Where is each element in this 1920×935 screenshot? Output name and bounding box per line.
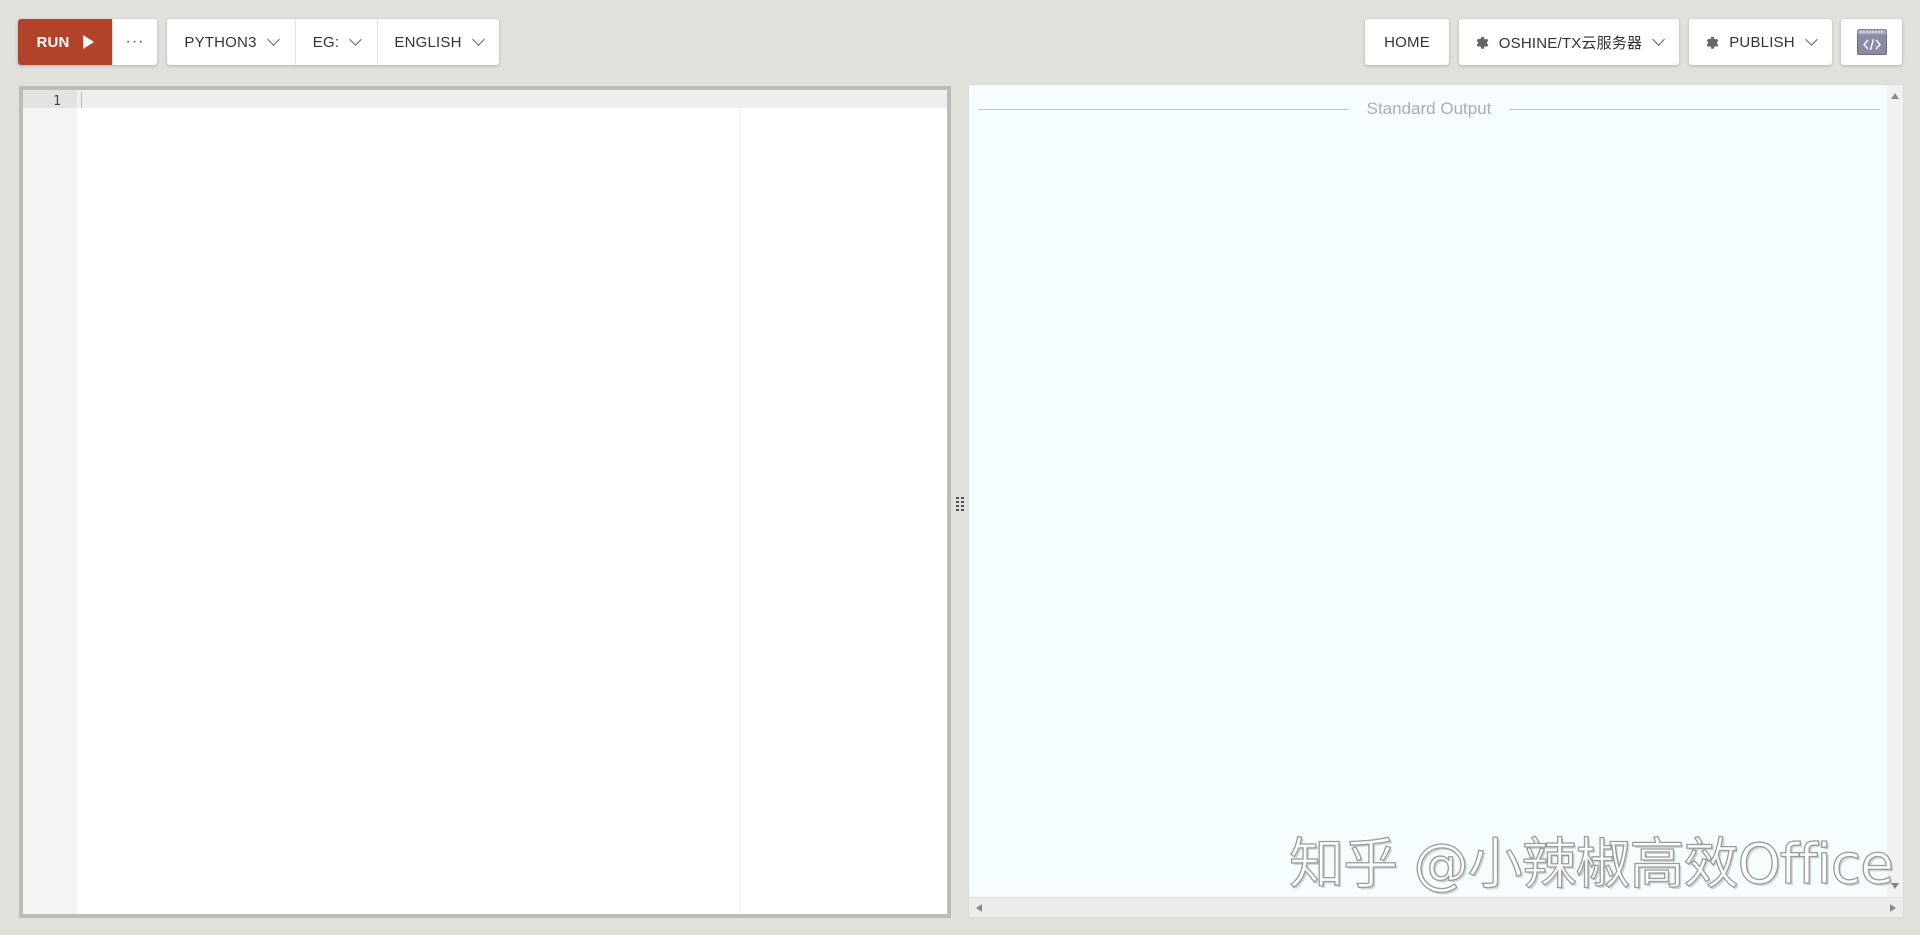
home-button[interactable]: HOME xyxy=(1365,19,1449,65)
run-button[interactable]: RUN xyxy=(18,19,112,65)
language-label: PYTHON3 xyxy=(184,33,257,51)
locale-select[interactable]: ENGLISH xyxy=(377,19,499,65)
output-title: Standard Output xyxy=(1366,99,1492,118)
toolbar: RUN ··· PYTHON3 EG: ENGLISH HOME OSHINE/… xyxy=(0,0,1920,84)
server-label: OSHINE/TX云服务器 xyxy=(1498,34,1643,52)
server-select[interactable]: OSHINE/TX云服务器 xyxy=(1459,19,1679,65)
home-group: HOME xyxy=(1365,19,1449,65)
print-margin xyxy=(740,90,741,914)
line-number: 1 xyxy=(53,94,61,109)
language-group: PYTHON3 EG: ENGLISH xyxy=(167,19,499,65)
scroll-up-icon[interactable] xyxy=(1891,93,1899,99)
code-embed-icon xyxy=(1856,29,1887,55)
chevron-down-icon xyxy=(1804,33,1818,46)
embed-group xyxy=(1841,19,1902,65)
embed-button[interactable] xyxy=(1841,19,1902,65)
ellipsis-icon: ··· xyxy=(125,33,145,50)
line-number-gutter: 1 xyxy=(23,90,77,914)
pane-resize-handle[interactable] xyxy=(955,495,965,513)
more-options-button[interactable]: ··· xyxy=(112,19,157,65)
watermark: 知乎 @小辣椒高效Office xyxy=(1288,831,1894,896)
server-group: OSHINE/TX云服务器 xyxy=(1459,19,1679,65)
scroll-left-icon[interactable] xyxy=(976,904,982,912)
gear-icon xyxy=(1705,35,1720,50)
output-header: Standard Output xyxy=(978,97,1881,121)
gear-icon xyxy=(1475,35,1490,50)
publish-group: PUBLISH xyxy=(1689,19,1832,65)
active-line-highlight xyxy=(23,90,947,108)
chevron-down-icon xyxy=(349,33,363,46)
chevron-down-icon xyxy=(1652,33,1666,46)
horizontal-scrollbar[interactable] xyxy=(969,897,1903,917)
divider xyxy=(978,108,1349,110)
example-label: EG: xyxy=(312,33,340,51)
example-select[interactable]: EG: xyxy=(295,19,377,65)
divider xyxy=(1509,108,1881,110)
play-icon xyxy=(82,35,94,49)
publish-button[interactable]: PUBLISH xyxy=(1689,19,1832,65)
publish-label: PUBLISH xyxy=(1729,33,1795,51)
text-cursor xyxy=(81,92,82,108)
home-label: HOME xyxy=(1384,33,1430,51)
run-label: RUN xyxy=(36,33,70,51)
code-editor[interactable]: 1 xyxy=(19,86,951,918)
scroll-right-icon[interactable] xyxy=(1890,904,1896,912)
vertical-scrollbar[interactable] xyxy=(1887,85,1903,897)
chevron-down-icon xyxy=(471,33,485,46)
run-group: RUN ··· xyxy=(18,19,157,65)
language-select[interactable]: PYTHON3 xyxy=(167,19,295,65)
locale-label: ENGLISH xyxy=(394,33,462,51)
chevron-down-icon xyxy=(266,33,280,46)
output-panel: Standard Output 知乎 @小辣椒高效Office xyxy=(968,84,1904,918)
